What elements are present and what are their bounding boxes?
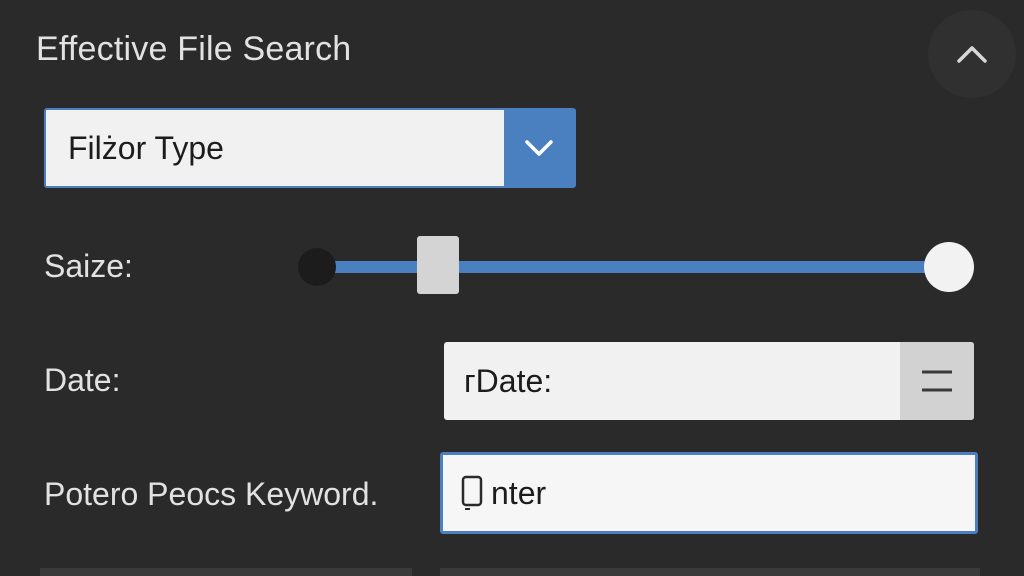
panel-title: Effective File Search <box>36 30 352 68</box>
filter-type-dropdown[interactable]: Filżor Type <box>44 108 576 188</box>
filter-type-value: Filżor Type <box>68 129 224 166</box>
menu-lines-icon <box>922 370 952 392</box>
next-row-label-edge <box>40 568 412 576</box>
keyword-label: Potero Peocs Keyword. <box>44 476 379 512</box>
slider-track[interactable] <box>318 261 948 273</box>
keyword-input[interactable]: nter <box>440 452 978 534</box>
date-field[interactable]: ᴦDate: <box>444 342 974 420</box>
slider-handle[interactable] <box>417 236 459 294</box>
chevron-down-icon <box>525 140 553 156</box>
slider-max-knob[interactable] <box>924 242 974 292</box>
date-menu-button[interactable] <box>900 342 974 420</box>
next-row-field-edge <box>440 568 980 576</box>
keyword-input-value: nter <box>491 474 547 511</box>
slider-min-knob[interactable] <box>298 248 336 286</box>
date-field-value: ᴦDate: <box>464 362 553 399</box>
size-range-slider[interactable] <box>298 236 978 296</box>
dropdown-toggle[interactable] <box>504 110 574 186</box>
collapse-button[interactable] <box>928 10 1016 98</box>
chevron-up-icon <box>957 46 987 63</box>
document-icon <box>459 473 485 513</box>
size-label: Saize: <box>44 248 133 284</box>
file-search-panel: Effective File Search Filżor Type Saize:… <box>0 0 1024 576</box>
date-label: Date: <box>44 362 121 398</box>
